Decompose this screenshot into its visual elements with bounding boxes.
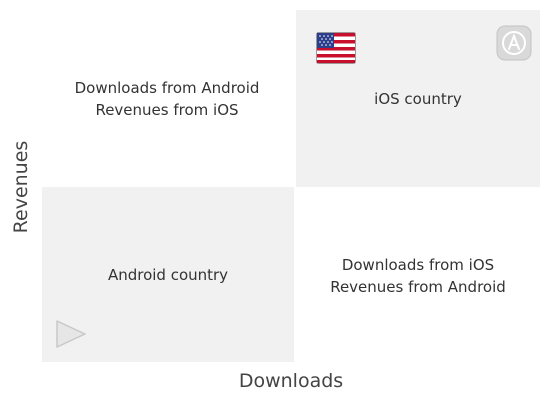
quadrant-downloads-ios-revenues-android: Downloads from iOS Revenues from Android: [296, 190, 540, 362]
app-store-icon: [496, 25, 532, 61]
quadrant-downloads-android-revenues-ios: Downloads from Android Revenues from iOS: [42, 12, 292, 186]
y-axis-label: Revenues: [10, 140, 32, 234]
quadrant-label-android-country: Android country: [107, 265, 229, 284]
quadrant-label-ios-country: iOS country: [374, 89, 462, 108]
quadrant-br-line-2: Revenues from Android: [330, 278, 506, 296]
quadrant-br-line-1: Downloads from iOS: [341, 256, 495, 274]
us-flag-icon: [316, 32, 356, 64]
quadrant-tl-line-1: Downloads from Android: [74, 79, 260, 97]
google-play-icon: [56, 320, 86, 348]
quadrant-tl-line-2: Revenues from iOS: [95, 101, 239, 119]
x-axis-label: Downloads: [238, 370, 344, 392]
